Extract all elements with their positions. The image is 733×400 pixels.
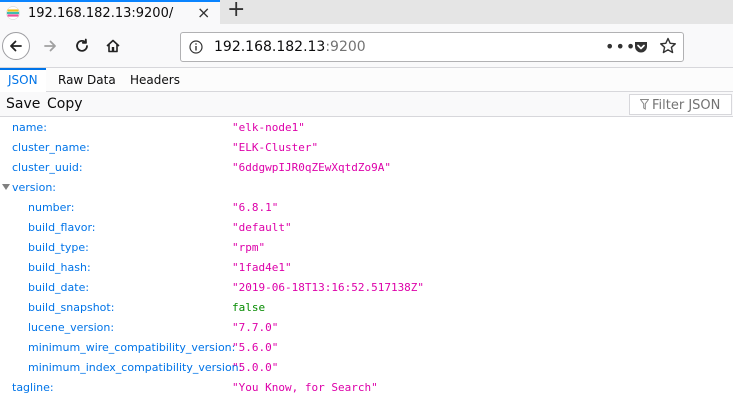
json-row[interactable]: cluster_name: "ELK-Cluster" — [0, 138, 733, 158]
json-viewer-tabs: JSON Raw Data Headers — [0, 68, 733, 92]
json-value: "1fad4e1" — [232, 261, 292, 274]
url-bar[interactable]: 192.168.182.13:9200 ••• — [180, 32, 684, 62]
json-key: build_type: — [28, 241, 89, 254]
expand-arrow-icon[interactable] — [2, 184, 10, 190]
json-row[interactable]: build_date: "2019-06-18T13:16:52.517138Z… — [0, 278, 733, 298]
arrow-left-icon — [10, 40, 22, 52]
json-key: cluster_name: — [12, 141, 90, 154]
json-value: "7.7.0" — [232, 321, 279, 334]
elastic-logo-icon — [6, 6, 20, 20]
filter-json-input[interactable] — [652, 96, 732, 114]
tab-close-button[interactable]: × — [197, 3, 210, 23]
json-key: build_snapshot: — [28, 301, 115, 314]
json-key: minimum_wire_compatibility_version: — [28, 341, 236, 354]
json-row-version[interactable]: version: — [0, 178, 733, 198]
json-row[interactable]: name: "elk-node1" — [0, 118, 733, 138]
tab-headers[interactable]: Headers — [122, 68, 188, 92]
json-key: minimum_index_compatibility_version: — [28, 361, 243, 374]
json-row[interactable]: tagline: "You Know, for Search" — [0, 378, 733, 398]
json-key: name: — [12, 121, 47, 134]
tab-json[interactable]: JSON — [0, 68, 46, 92]
bookmark-star-icon[interactable] — [659, 37, 677, 55]
json-key: cluster_uuid: — [12, 161, 83, 174]
url-host: 192.168.182.13 — [214, 39, 326, 55]
pocket-icon[interactable] — [633, 39, 649, 55]
url-port: :9200 — [325, 39, 366, 55]
json-value: "You Know, for Search" — [232, 381, 378, 394]
json-value: "elk-node1" — [232, 121, 305, 134]
json-row[interactable]: build_hash: "1fad4e1" — [0, 258, 733, 278]
reload-button[interactable] — [68, 32, 96, 60]
json-row[interactable]: cluster_uuid: "6ddgwpIJR0qZEwXqtdZo9A" — [0, 158, 733, 178]
json-key: version: — [12, 181, 56, 194]
browser-tab-strip: 192.168.182.13:9200/ × + — [0, 0, 733, 24]
tab-title: 192.168.182.13:9200/ — [28, 5, 174, 21]
json-key: number: — [28, 201, 75, 214]
json-value: "5.0.0" — [232, 361, 279, 374]
json-value: "default" — [232, 221, 292, 234]
page-actions-button[interactable]: ••• — [605, 37, 636, 56]
json-row[interactable]: minimum_index_compatibility_version: "5.… — [0, 358, 733, 378]
copy-button[interactable]: Copy — [47, 95, 83, 113]
json-row[interactable]: build_flavor: "default" — [0, 218, 733, 238]
json-row[interactable]: number: "6.8.1" — [0, 198, 733, 218]
filter-funnel-icon — [640, 99, 649, 110]
json-row[interactable]: build_type: "rpm" — [0, 238, 733, 258]
navigation-bar: 192.168.182.13:9200 ••• — [0, 24, 733, 68]
json-value: false — [232, 301, 266, 314]
home-button[interactable] — [99, 32, 127, 60]
reload-icon — [76, 38, 88, 52]
json-key: build_date: — [28, 281, 90, 294]
json-key: tagline: — [12, 381, 54, 394]
json-value: "2019-06-18T13:16:52.517138Z" — [232, 281, 425, 294]
json-key: lucene_version: — [28, 321, 115, 334]
url-text[interactable]: 192.168.182.13:9200 — [214, 39, 366, 55]
json-value: "6ddgwpIJR0qZEwXqtdZo9A" — [232, 161, 391, 174]
tab-raw-data[interactable]: Raw Data — [50, 68, 124, 92]
json-value: "6.8.1" — [232, 201, 279, 214]
forward-button[interactable] — [36, 32, 64, 60]
json-key: build_flavor: — [28, 221, 96, 234]
save-button[interactable]: Save — [6, 95, 40, 113]
json-value: "ELK-Cluster" — [232, 141, 319, 154]
json-value: "rpm" — [232, 241, 266, 254]
back-button[interactable] — [2, 32, 30, 60]
browser-tab[interactable]: 192.168.182.13:9200/ × — [0, 0, 220, 24]
json-value: "5.6.0" — [232, 341, 279, 354]
home-icon — [106, 39, 120, 53]
json-row[interactable]: build_snapshot: false — [0, 298, 733, 318]
filter-box — [629, 94, 732, 115]
new-tab-button[interactable]: + — [227, 0, 245, 22]
info-icon[interactable] — [189, 40, 203, 54]
json-row[interactable]: lucene_version: "7.7.0" — [0, 318, 733, 338]
json-toolbar: Save Copy — [0, 92, 733, 117]
json-key: build_hash: — [28, 261, 91, 274]
arrow-right-icon — [44, 40, 56, 52]
json-row[interactable]: minimum_wire_compatibility_version: "5.6… — [0, 338, 733, 358]
